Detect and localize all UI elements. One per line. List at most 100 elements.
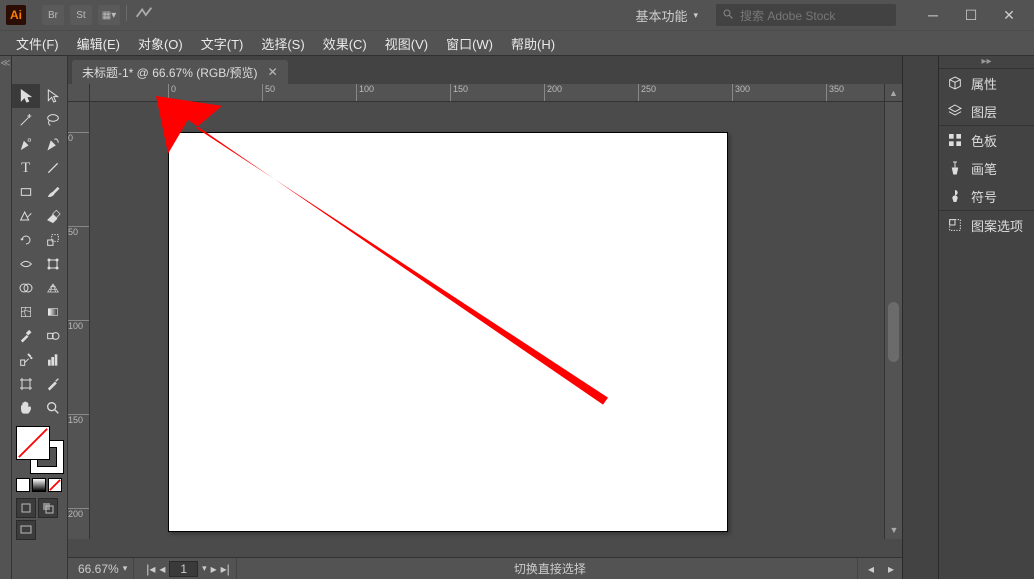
mesh-tool[interactable] bbox=[12, 300, 40, 324]
close-window-button[interactable]: ✕ bbox=[990, 3, 1028, 27]
magic-wand-tool[interactable] bbox=[12, 108, 40, 132]
shape-builder-tool[interactable] bbox=[12, 276, 40, 300]
zoom-level[interactable]: 66.67% ▾ bbox=[72, 558, 134, 579]
panel-brushes[interactable]: 画笔 bbox=[939, 154, 1034, 182]
menu-window[interactable]: 窗口(W) bbox=[438, 34, 501, 53]
free-transform-tool[interactable] bbox=[40, 252, 68, 276]
type-tool[interactable]: T bbox=[12, 156, 40, 180]
document-area: 未标题-1* @ 66.67% (RGB/预览) ✕ ▲ 0 50 100 15… bbox=[68, 56, 902, 579]
brush-icon bbox=[947, 160, 963, 176]
pen-tool[interactable] bbox=[12, 132, 40, 156]
stock-icon[interactable]: St bbox=[70, 5, 92, 25]
panel-pattern-options[interactable]: 图案选项 bbox=[939, 211, 1034, 239]
color-mode-solid[interactable] bbox=[16, 478, 30, 492]
hscroll-right-arrow[interactable]: ▸ bbox=[884, 562, 898, 576]
fill-swatch[interactable] bbox=[16, 426, 50, 460]
panel-swatches[interactable]: 色板 bbox=[939, 126, 1034, 154]
toolbox: T bbox=[12, 56, 68, 579]
paintbrush-tool[interactable] bbox=[40, 180, 68, 204]
vscroll-down-arrow[interactable]: ▼ bbox=[885, 521, 902, 539]
menu-effect[interactable]: 效果(C) bbox=[315, 34, 375, 53]
draw-normal-mode[interactable] bbox=[16, 498, 36, 518]
panel-layers[interactable]: 图层 bbox=[939, 97, 1034, 125]
scale-tool[interactable] bbox=[40, 228, 68, 252]
menu-select[interactable]: 选择(S) bbox=[253, 34, 312, 53]
width-tool[interactable] bbox=[12, 252, 40, 276]
artboard-first-icon[interactable]: |◂ bbox=[146, 562, 155, 576]
menu-object[interactable]: 对象(O) bbox=[130, 34, 191, 53]
app-logo: Ai bbox=[6, 5, 26, 25]
artboard-last-icon[interactable]: ▸| bbox=[221, 562, 230, 576]
screen-mode[interactable] bbox=[16, 520, 36, 540]
vertical-ruler[interactable]: 0 50 100 150 200 bbox=[68, 102, 90, 539]
search-stock-input[interactable]: 搜索 Adobe Stock bbox=[716, 4, 896, 26]
horizontal-ruler[interactable]: 0 50 100 150 200 250 300 350 bbox=[90, 84, 884, 102]
artboard[interactable] bbox=[168, 132, 728, 532]
zoom-tool[interactable] bbox=[40, 396, 68, 420]
ruler-origin[interactable] bbox=[68, 84, 90, 102]
menu-help[interactable]: 帮助(H) bbox=[503, 34, 563, 53]
ruler-tick: 250 bbox=[638, 84, 656, 101]
hscroll-left-arrow[interactable]: ◂ bbox=[864, 562, 878, 576]
line-segment-tool[interactable] bbox=[40, 156, 68, 180]
draw-behind-mode[interactable] bbox=[38, 498, 58, 518]
artboard-number[interactable]: 1 bbox=[169, 561, 198, 577]
chevron-down-icon[interactable]: ▾ bbox=[202, 563, 207, 574]
ruler-tick: 50 bbox=[68, 226, 89, 237]
search-placeholder: 搜索 Adobe Stock bbox=[740, 7, 835, 24]
curvature-tool[interactable] bbox=[40, 132, 68, 156]
ruler-tick: 50 bbox=[262, 84, 275, 101]
tab-close-icon[interactable]: ✕ bbox=[268, 65, 278, 79]
document-tab-bar: 未标题-1* @ 66.67% (RGB/预览) ✕ bbox=[68, 56, 902, 84]
panel-toggle-strip: ≪ bbox=[0, 56, 12, 579]
panel-label: 图层 bbox=[971, 102, 997, 121]
arrange-docs-icon[interactable]: ▦▾ bbox=[98, 5, 120, 25]
menu-type[interactable]: 文字(T) bbox=[193, 34, 252, 53]
fill-stroke-swatch[interactable] bbox=[16, 426, 64, 474]
vscroll-up-arrow[interactable]: ▲ bbox=[884, 84, 902, 102]
artboard-next-icon[interactable]: ▸ bbox=[211, 562, 217, 576]
vertical-scrollbar[interactable]: ▼ bbox=[884, 102, 902, 539]
gradient-tool[interactable] bbox=[40, 300, 68, 324]
vscroll-thumb[interactable] bbox=[888, 302, 899, 362]
ruler-tick: 200 bbox=[544, 84, 562, 101]
panel-properties[interactable]: 属性 bbox=[939, 69, 1034, 97]
ruler-tick: 200 bbox=[68, 508, 89, 519]
menu-view[interactable]: 视图(V) bbox=[377, 34, 436, 53]
document-tab[interactable]: 未标题-1* @ 66.67% (RGB/预览) ✕ bbox=[72, 60, 288, 84]
symbol-sprayer-tool[interactable] bbox=[12, 348, 40, 372]
artboard-prev-icon[interactable]: ◂ bbox=[159, 562, 165, 576]
collapse-tools-icon[interactable]: ≪ bbox=[0, 56, 11, 69]
collapse-panels-icon[interactable]: ▸▸ bbox=[939, 56, 1034, 68]
rectangle-tool[interactable] bbox=[12, 180, 40, 204]
color-mode-none[interactable] bbox=[48, 478, 62, 492]
panel-symbols[interactable]: 符号 bbox=[939, 182, 1034, 210]
color-mode-gradient[interactable] bbox=[32, 478, 46, 492]
eyedropper-tool[interactable] bbox=[12, 324, 40, 348]
blend-tool[interactable] bbox=[40, 324, 68, 348]
artboard-tool[interactable] bbox=[12, 372, 40, 396]
gpu-icon[interactable] bbox=[133, 5, 155, 25]
canvas-viewport[interactable]: ▲ 0 50 100 150 200 250 300 350 0 50 100 … bbox=[68, 84, 902, 557]
direct-selection-tool[interactable] bbox=[40, 84, 68, 108]
menu-file[interactable]: 文件(F) bbox=[8, 34, 67, 53]
rotate-tool[interactable] bbox=[12, 228, 40, 252]
cube-icon bbox=[947, 75, 963, 91]
collapsed-panel-dock[interactable] bbox=[902, 56, 938, 579]
column-graph-tool[interactable] bbox=[40, 348, 68, 372]
layers-icon bbox=[947, 103, 963, 119]
workspace-switcher[interactable]: 基本功能 ▾ bbox=[621, 4, 708, 26]
lasso-tool[interactable] bbox=[40, 108, 68, 132]
perspective-grid-tool[interactable] bbox=[40, 276, 68, 300]
minimize-button[interactable]: ─ bbox=[914, 3, 952, 27]
ruler-tick: 0 bbox=[168, 84, 176, 101]
ruler-tick: 100 bbox=[356, 84, 374, 101]
menu-edit[interactable]: 编辑(E) bbox=[69, 34, 128, 53]
hand-tool[interactable] bbox=[12, 396, 40, 420]
slice-tool[interactable] bbox=[40, 372, 68, 396]
shaper-tool[interactable] bbox=[12, 204, 40, 228]
selection-tool[interactable] bbox=[12, 84, 40, 108]
eraser-tool[interactable] bbox=[40, 204, 68, 228]
bridge-icon[interactable]: Br bbox=[42, 5, 64, 25]
maximize-button[interactable]: ☐ bbox=[952, 3, 990, 27]
